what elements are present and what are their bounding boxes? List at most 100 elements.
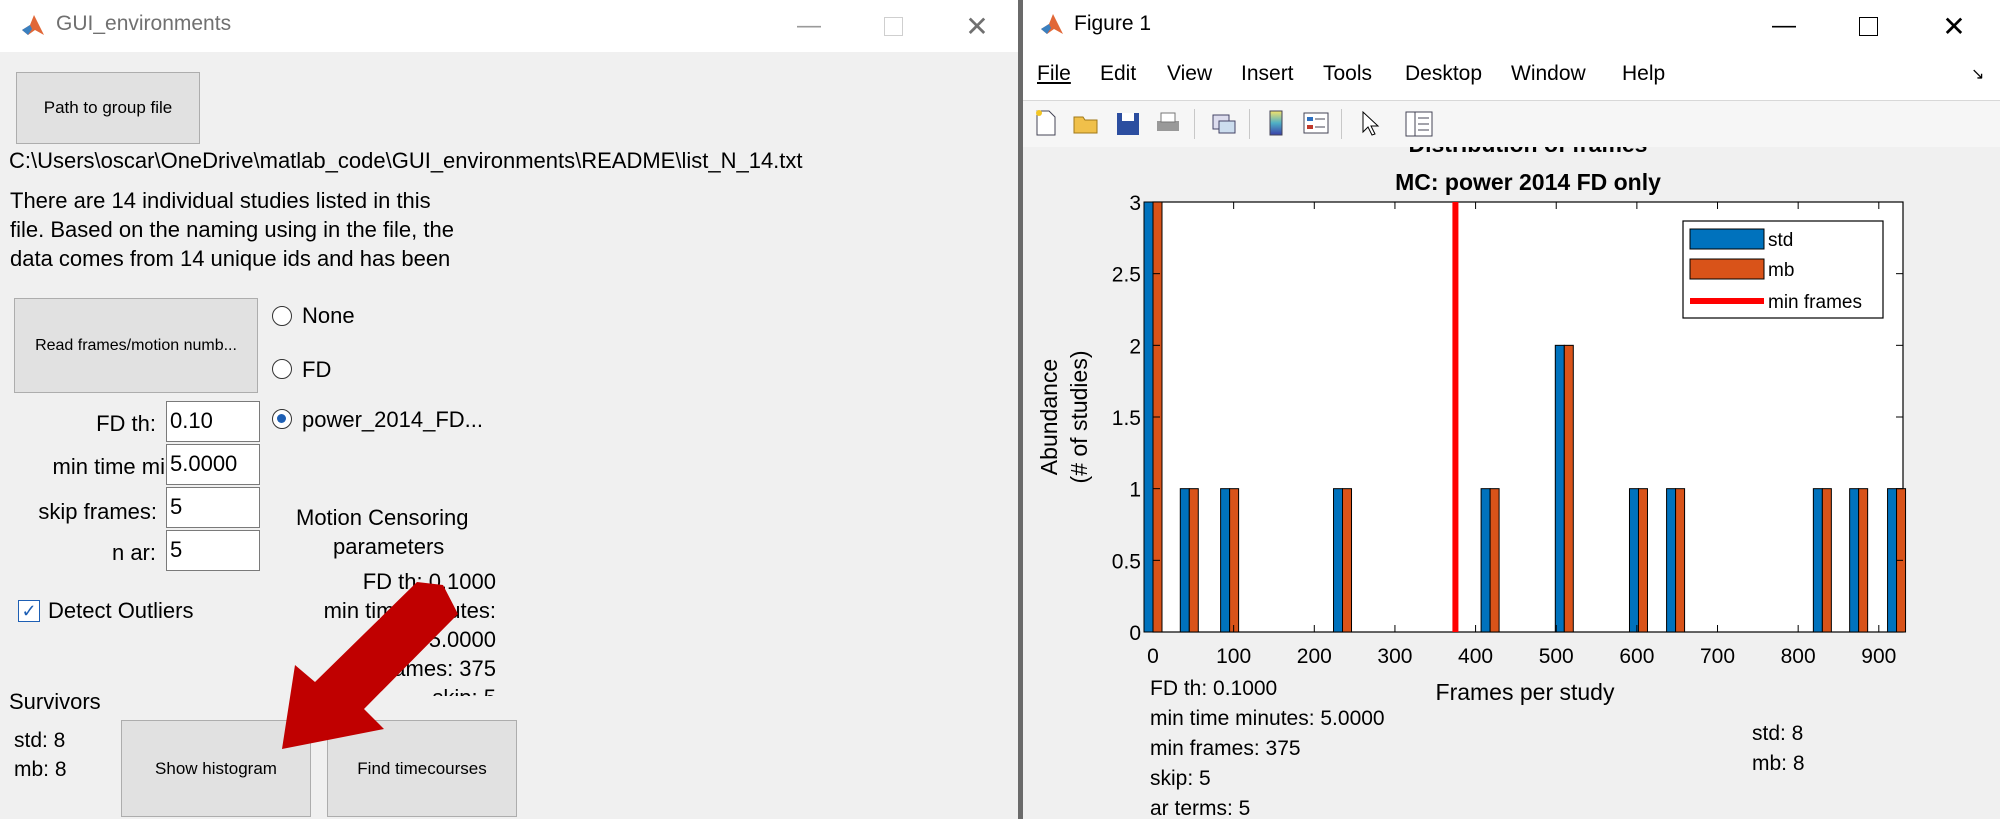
colorbar-icon[interactable]: [1261, 107, 1291, 139]
gui-title-bar[interactable]: GUI_environments — ✕: [0, 0, 1018, 52]
matlab-logo-icon: [1041, 14, 1063, 34]
bar-mb: [1489, 488, 1500, 633]
radio-power-2014-fd[interactable]: [272, 409, 292, 429]
bar-mb: [1858, 488, 1869, 633]
detect-outliers-checkbox[interactable]: ✓: [18, 600, 40, 622]
skip-frames-input[interactable]: 5: [166, 487, 260, 528]
n-ar-label: n ar:: [111, 540, 156, 565]
bar-std: [1812, 488, 1823, 633]
bar-std: [1887, 488, 1898, 633]
pointer-icon[interactable]: [1353, 107, 1383, 139]
radio-fd[interactable]: [272, 359, 292, 379]
min-time-input[interactable]: 5.0000: [166, 444, 260, 485]
menu-tools[interactable]: Tools: [1323, 62, 1372, 86]
bar-std: [1628, 488, 1639, 633]
x-tick-label: 0: [1147, 645, 1159, 668]
toolbar-separator: [1249, 109, 1250, 139]
bar-mb: [1675, 488, 1686, 633]
n-ar-input[interactable]: 5: [166, 530, 260, 571]
close-icon[interactable]: ✕: [950, 8, 1004, 44]
x-tick-label: 100: [1216, 645, 1251, 668]
save-icon[interactable]: [1113, 107, 1143, 139]
figure-window-title: Figure 1: [1074, 12, 1152, 35]
y-tick-label: 3: [1129, 192, 1141, 215]
bar-mb: [1342, 488, 1353, 633]
minimize-icon[interactable]: —: [782, 8, 836, 44]
gui-window-title: GUI_environments: [56, 12, 232, 35]
bar-std: [1143, 201, 1154, 633]
print-icon[interactable]: [1153, 107, 1183, 139]
bar-std: [1849, 488, 1860, 633]
detect-outliers-label: Detect Outliers: [48, 598, 194, 623]
matlab-logo-icon: [22, 15, 44, 35]
maximize-icon[interactable]: [866, 8, 920, 44]
menu-bar: File Edit View Insert Tools Desktop Wind…: [1023, 52, 2000, 100]
open-file-icon[interactable]: [1071, 107, 1101, 139]
bar-mb: [1563, 344, 1574, 633]
chart-title-line-1: Distribution of frames: [1409, 147, 1648, 157]
property-inspector-icon[interactable]: [1403, 107, 1433, 139]
menu-desktop[interactable]: Desktop: [1405, 62, 1482, 86]
legend-std-label: std: [1768, 230, 1793, 251]
fd-threshold-label: FD th:: [96, 411, 156, 436]
mc-title-line-1: Motion Censoring: [296, 505, 469, 530]
param-line-1: FD th: 0.1000: [1150, 677, 1277, 700]
bar-std: [1554, 344, 1565, 633]
menu-insert[interactable]: Insert: [1241, 62, 1294, 86]
red-arrow-annotation: [282, 582, 458, 749]
close-icon[interactable]: ✕: [1927, 8, 1981, 44]
y-tick-label: 0: [1129, 622, 1141, 645]
menu-file[interactable]: File: [1037, 62, 1071, 86]
histogram-chart: Distribution of frames MC: power 2014 FD…: [1036, 147, 1907, 819]
new-figure-icon[interactable]: [1031, 107, 1061, 139]
figure-canvas: Distribution of frames MC: power 2014 FD…: [1023, 147, 2000, 819]
bar-mb: [1188, 488, 1199, 633]
bar-std: [1480, 488, 1491, 633]
x-tick-label: 500: [1539, 645, 1574, 668]
y-tick-label: 2.5: [1112, 264, 1141, 287]
y-tick-label: 2: [1129, 335, 1141, 358]
bar-mb: [1229, 488, 1240, 633]
info-line-2: file. Based on the naming using in the f…: [10, 217, 454, 242]
read-frames-button[interactable]: Read frames/motion numb...: [14, 298, 258, 393]
x-tick-label: 400: [1458, 645, 1493, 668]
legend-std-swatch: [1689, 228, 1765, 250]
x-tick-label: 900: [1861, 645, 1896, 668]
menu-help[interactable]: Help: [1622, 62, 1665, 86]
bar-std: [1333, 488, 1344, 633]
toolbar-separator: [1194, 109, 1195, 139]
fd-threshold-input[interactable]: 0.10: [166, 401, 260, 442]
mc-title-line-2: parameters: [333, 534, 445, 559]
legend-mb-label: mb: [1768, 260, 1794, 281]
bar-std: [1179, 488, 1190, 633]
minimize-icon[interactable]: —: [1757, 8, 1811, 44]
figure-title-bar[interactable]: Figure 1 — ✕: [1023, 0, 2000, 52]
x-tick-label: 600: [1619, 645, 1654, 668]
maximize-icon[interactable]: [1841, 8, 1895, 44]
x-tick-label: 200: [1297, 645, 1332, 668]
count-mb: mb: 8: [1752, 752, 1805, 775]
bar-mb: [1637, 488, 1648, 633]
survivors-label: Survivors: [9, 689, 101, 714]
undock-icon[interactable]: ↘: [1971, 64, 1984, 84]
bar-std: [1220, 488, 1231, 633]
legend: std mb min frames: [1682, 220, 1884, 319]
radio-none-label: None: [302, 303, 355, 328]
link-plot-icon[interactable]: [1209, 107, 1239, 139]
menu-window[interactable]: Window: [1511, 62, 1586, 86]
info-line-3: data comes from 14 unique ids and has be…: [10, 246, 451, 271]
y-tick-label: 0.5: [1112, 550, 1141, 573]
toolbar: [1023, 100, 2000, 148]
y-tick-label: 1.5: [1112, 407, 1141, 430]
skip-frames-label: skip frames:: [38, 499, 157, 524]
legend-min-frames-label: min frames: [1768, 292, 1862, 313]
menu-edit[interactable]: Edit: [1100, 62, 1136, 86]
figure-window: Figure 1 — ✕ File Edit View Insert Tools…: [1023, 0, 2000, 819]
menu-view[interactable]: View: [1167, 62, 1212, 86]
min-time-label: min time mi: [52, 454, 165, 479]
bar-mb: [1821, 488, 1832, 633]
path-to-group-file-button[interactable]: Path to group file: [16, 72, 200, 144]
radio-none[interactable]: [272, 306, 292, 326]
legend-icon[interactable]: [1301, 107, 1331, 139]
y-axis-label-line-2: (# of studies): [1066, 351, 1092, 484]
